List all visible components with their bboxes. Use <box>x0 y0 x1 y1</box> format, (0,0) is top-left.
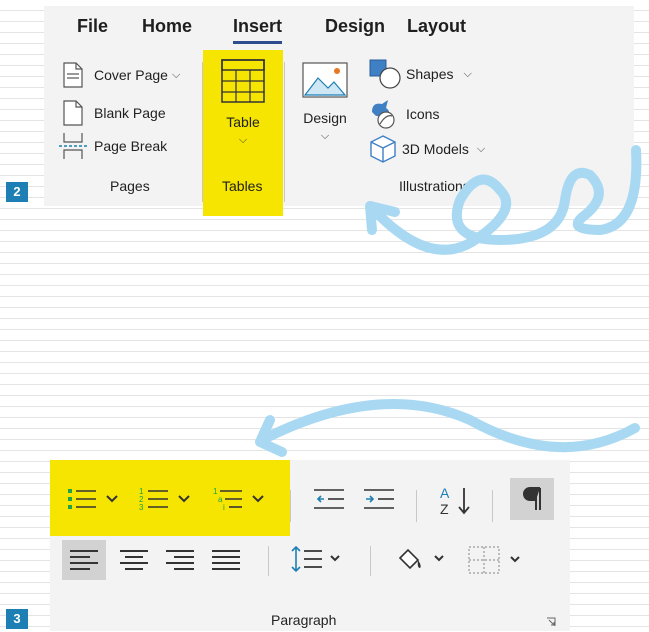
swoosh-arrow-bottom <box>257 399 640 453</box>
align-right-button[interactable] <box>162 540 198 585</box>
align-right-icon <box>166 550 194 570</box>
step-badge-3: 3 <box>6 609 28 629</box>
line-spacing-button[interactable] <box>290 544 340 574</box>
chevron-down-icon <box>330 555 340 562</box>
toolbar-divider <box>416 490 417 522</box>
center-button[interactable] <box>116 540 152 585</box>
increase-indent-button[interactable] <box>362 486 396 517</box>
chevron-down-icon <box>434 555 444 562</box>
center-icon <box>120 550 148 570</box>
chevron-down-icon <box>106 495 118 503</box>
multilevel-list-button[interactable]: 1 a i <box>212 486 264 512</box>
svg-text:i: i <box>223 503 225 512</box>
bullets-icon <box>68 489 96 509</box>
increase-indent-icon <box>364 489 394 509</box>
dialog-launcher-icon <box>547 617 556 626</box>
show-formatting-button[interactable] <box>510 478 554 520</box>
loop-arrow-top <box>367 145 642 255</box>
numbering-icon: 1 2 3 <box>139 487 168 512</box>
toolbar-divider <box>492 490 493 522</box>
paragraph-panel: 1 2 3 1 a i A Z Paragraph <box>50 460 570 631</box>
decrease-indent-icon <box>314 489 344 509</box>
shading-icon <box>398 548 421 570</box>
line-spacing-icon <box>291 545 322 573</box>
sort-icon: A Z <box>440 485 470 517</box>
toolbar-divider <box>290 490 291 522</box>
svg-text:A: A <box>440 485 450 501</box>
chevron-down-icon <box>510 556 520 563</box>
borders-button[interactable] <box>466 544 520 576</box>
show-formatting-icon <box>523 487 541 510</box>
numbering-button[interactable]: 1 2 3 <box>138 486 190 512</box>
borders-icon <box>468 546 500 574</box>
justify-icon <box>212 550 240 570</box>
chevron-down-icon <box>252 495 264 503</box>
paragraph-dialog-launcher[interactable] <box>546 614 556 632</box>
align-left-button[interactable] <box>62 540 106 580</box>
sort-button[interactable]: A Z <box>438 484 474 523</box>
justify-button[interactable] <box>208 540 244 585</box>
toolbar-divider <box>370 546 371 576</box>
svg-text:Z: Z <box>440 501 449 517</box>
shading-button[interactable] <box>394 544 444 574</box>
bullets-button[interactable] <box>66 486 118 512</box>
paragraph-group-label: Paragraph <box>271 612 337 628</box>
toolbar-divider <box>268 546 269 576</box>
decrease-indent-button[interactable] <box>312 486 346 517</box>
multilevel-list-icon: 1 a i <box>213 487 242 512</box>
align-left-icon <box>70 550 98 570</box>
svg-text:3: 3 <box>139 503 144 512</box>
chevron-down-icon <box>178 495 190 503</box>
